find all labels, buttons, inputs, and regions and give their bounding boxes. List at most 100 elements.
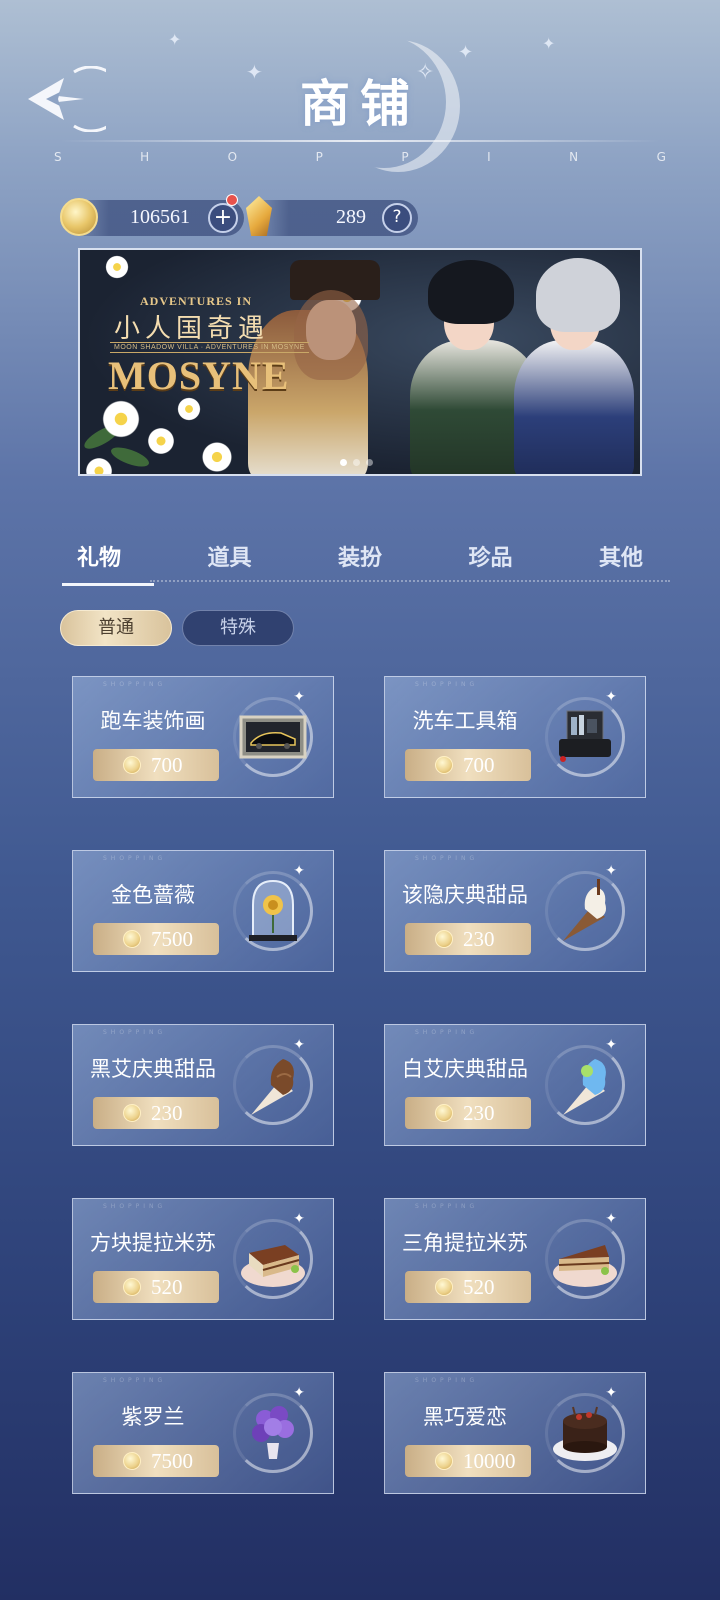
leaf-decoration <box>108 443 152 471</box>
shop-item-card[interactable]: SHOPPING 黑巧爱恋 10000 ✦ <box>384 1372 646 1494</box>
shop-item-card[interactable]: SHOPPING 白艾庆典甜品 230 ✦ <box>384 1024 646 1146</box>
pager-dot[interactable] <box>353 459 360 466</box>
item-price: 7500 <box>151 927 193 951</box>
shop-watermark: SHOPPING <box>103 681 167 688</box>
character-hair <box>428 260 514 324</box>
tab-props[interactable]: 道具 <box>175 540 285 586</box>
triangle-tiramisu-icon <box>553 1245 617 1287</box>
item-price-button[interactable]: 7500 <box>93 1445 219 1477</box>
item-price: 7500 <box>151 1449 193 1473</box>
shop-watermark: SHOPPING <box>103 855 167 862</box>
item-price-button[interactable]: 230 <box>93 1097 219 1129</box>
subtab-normal[interactable]: 普通 <box>60 610 172 646</box>
item-name: 洗车工具箱 <box>412 709 518 733</box>
character-right <box>514 340 634 474</box>
add-gold-button[interactable]: + <box>208 203 238 233</box>
item-name: 紫罗兰 <box>121 1405 185 1429</box>
vanilla-ice-cream-icon <box>563 879 606 941</box>
title-divider <box>60 140 660 142</box>
coin-icon <box>435 930 453 948</box>
pager-dot[interactable] <box>340 459 347 466</box>
sparkle-icon: ✦ <box>168 30 182 49</box>
item-price-button[interactable]: 230 <box>405 1097 531 1129</box>
pager-dot[interactable] <box>366 459 373 466</box>
daisy-decoration <box>176 396 202 422</box>
shop-item-card[interactable]: SHOPPING 黑艾庆典甜品 230 ✦ <box>72 1024 334 1146</box>
gold-currency: 106561 + <box>60 194 244 236</box>
daisy-decoration <box>84 456 114 474</box>
tab-others[interactable]: 其他 <box>566 540 676 586</box>
item-price: 520 <box>151 1275 183 1299</box>
coin-icon <box>123 756 141 774</box>
golden-rose-icon <box>249 879 297 941</box>
daisy-decoration <box>146 426 176 456</box>
banner-cn-title: 小人国奇遇 <box>114 314 270 344</box>
sparkle-icon: ✦ <box>458 42 474 63</box>
item-price: 230 <box>463 927 495 951</box>
shop-item-card[interactable]: SHOPPING 三角提拉米苏 520 ✦ <box>384 1198 646 1320</box>
item-name: 跑车装饰画 <box>100 709 206 733</box>
item-price-button[interactable]: 700 <box>93 749 219 781</box>
coin-icon <box>123 930 141 948</box>
tab-treasures[interactable]: 珍品 <box>436 540 546 586</box>
item-price-button[interactable]: 700 <box>405 749 531 781</box>
item-name: 该隐庆典甜品 <box>402 883 528 907</box>
item-name: 方块提拉米苏 <box>90 1231 216 1255</box>
category-tabs: 礼物 道具 装扮 珍品 其他 <box>44 540 676 586</box>
car-painting-icon <box>239 715 307 759</box>
item-price: 230 <box>151 1101 183 1125</box>
gem-amount: 289 <box>336 206 366 228</box>
subtab-special[interactable]: 特殊 <box>182 610 294 646</box>
coin-icon <box>123 1278 141 1296</box>
item-price-button[interactable]: 7500 <box>93 923 219 955</box>
daisy-decoration <box>100 398 142 440</box>
gem-currency: 289 ? <box>246 196 418 236</box>
shop-watermark: SHOPPING <box>415 1377 479 1384</box>
event-banner[interactable]: ADVENTURES IN 小人国奇遇 MOON SHADOW VILLA · … <box>78 248 642 476</box>
sparkle-icon: ✦ <box>542 34 556 53</box>
banner-pager <box>340 459 373 466</box>
item-price-button[interactable]: 520 <box>405 1271 531 1303</box>
item-name: 黑艾庆典甜品 <box>90 1057 216 1081</box>
item-name: 黑巧爱恋 <box>423 1405 507 1429</box>
item-price-button[interactable]: 10000 <box>405 1445 531 1477</box>
gold-coin-icon <box>60 198 98 236</box>
item-price-button[interactable]: 520 <box>93 1271 219 1303</box>
shop-watermark: SHOPPING <box>103 1203 167 1210</box>
daisy-decoration <box>200 440 234 474</box>
item-name: 三角提拉米苏 <box>402 1231 528 1255</box>
shop-item-card[interactable]: SHOPPING 该隐庆典甜品 230 ✦ <box>384 850 646 972</box>
item-price-button[interactable]: 230 <box>405 923 531 955</box>
blue-ice-cream-icon <box>563 1059 606 1115</box>
shop-item-card[interactable]: SHOPPING 跑车装饰画 700 ✦ <box>72 676 334 798</box>
item-price: 700 <box>151 753 183 777</box>
item-price: 10000 <box>463 1449 516 1473</box>
notification-dot <box>226 194 238 206</box>
banner-big-title: MOSYNE <box>108 353 290 398</box>
daisy-decoration <box>104 254 130 280</box>
shop-item-card[interactable]: SHOPPING 紫罗兰 7500 ✦ <box>72 1372 334 1494</box>
character-hair <box>294 290 368 380</box>
help-button[interactable]: ? <box>382 203 412 233</box>
tab-outfits[interactable]: 装扮 <box>305 540 415 586</box>
shop-item-card[interactable]: SHOPPING 方块提拉米苏 520 ✦ <box>72 1198 334 1320</box>
shop-item-card[interactable]: SHOPPING 洗车工具箱 700 ✦ <box>384 676 646 798</box>
item-name: 白艾庆典甜品 <box>402 1057 528 1081</box>
chocolate-cake-icon <box>553 1406 617 1461</box>
coin-icon <box>435 1104 453 1122</box>
shop-watermark: SHOPPING <box>415 681 479 688</box>
shop-item-card[interactable]: SHOPPING 金色蔷薇 7500 ✦ <box>72 850 334 972</box>
violet-flower-icon <box>252 1406 294 1459</box>
coin-icon <box>123 1104 141 1122</box>
shop-watermark: SHOPPING <box>103 1377 167 1384</box>
shop-watermark: SHOPPING <box>415 855 479 862</box>
shop-watermark: SHOPPING <box>415 1029 479 1036</box>
shop-watermark: SHOPPING <box>415 1203 479 1210</box>
shop-watermark: SHOPPING <box>103 1029 167 1036</box>
coin-icon <box>435 1278 453 1296</box>
tab-gifts[interactable]: 礼物 <box>44 540 154 586</box>
character-hair <box>536 258 620 332</box>
page-subtitle: S H O P P I N G <box>54 150 666 164</box>
square-tiramisu-icon <box>241 1245 305 1287</box>
item-price: 520 <box>463 1275 495 1299</box>
